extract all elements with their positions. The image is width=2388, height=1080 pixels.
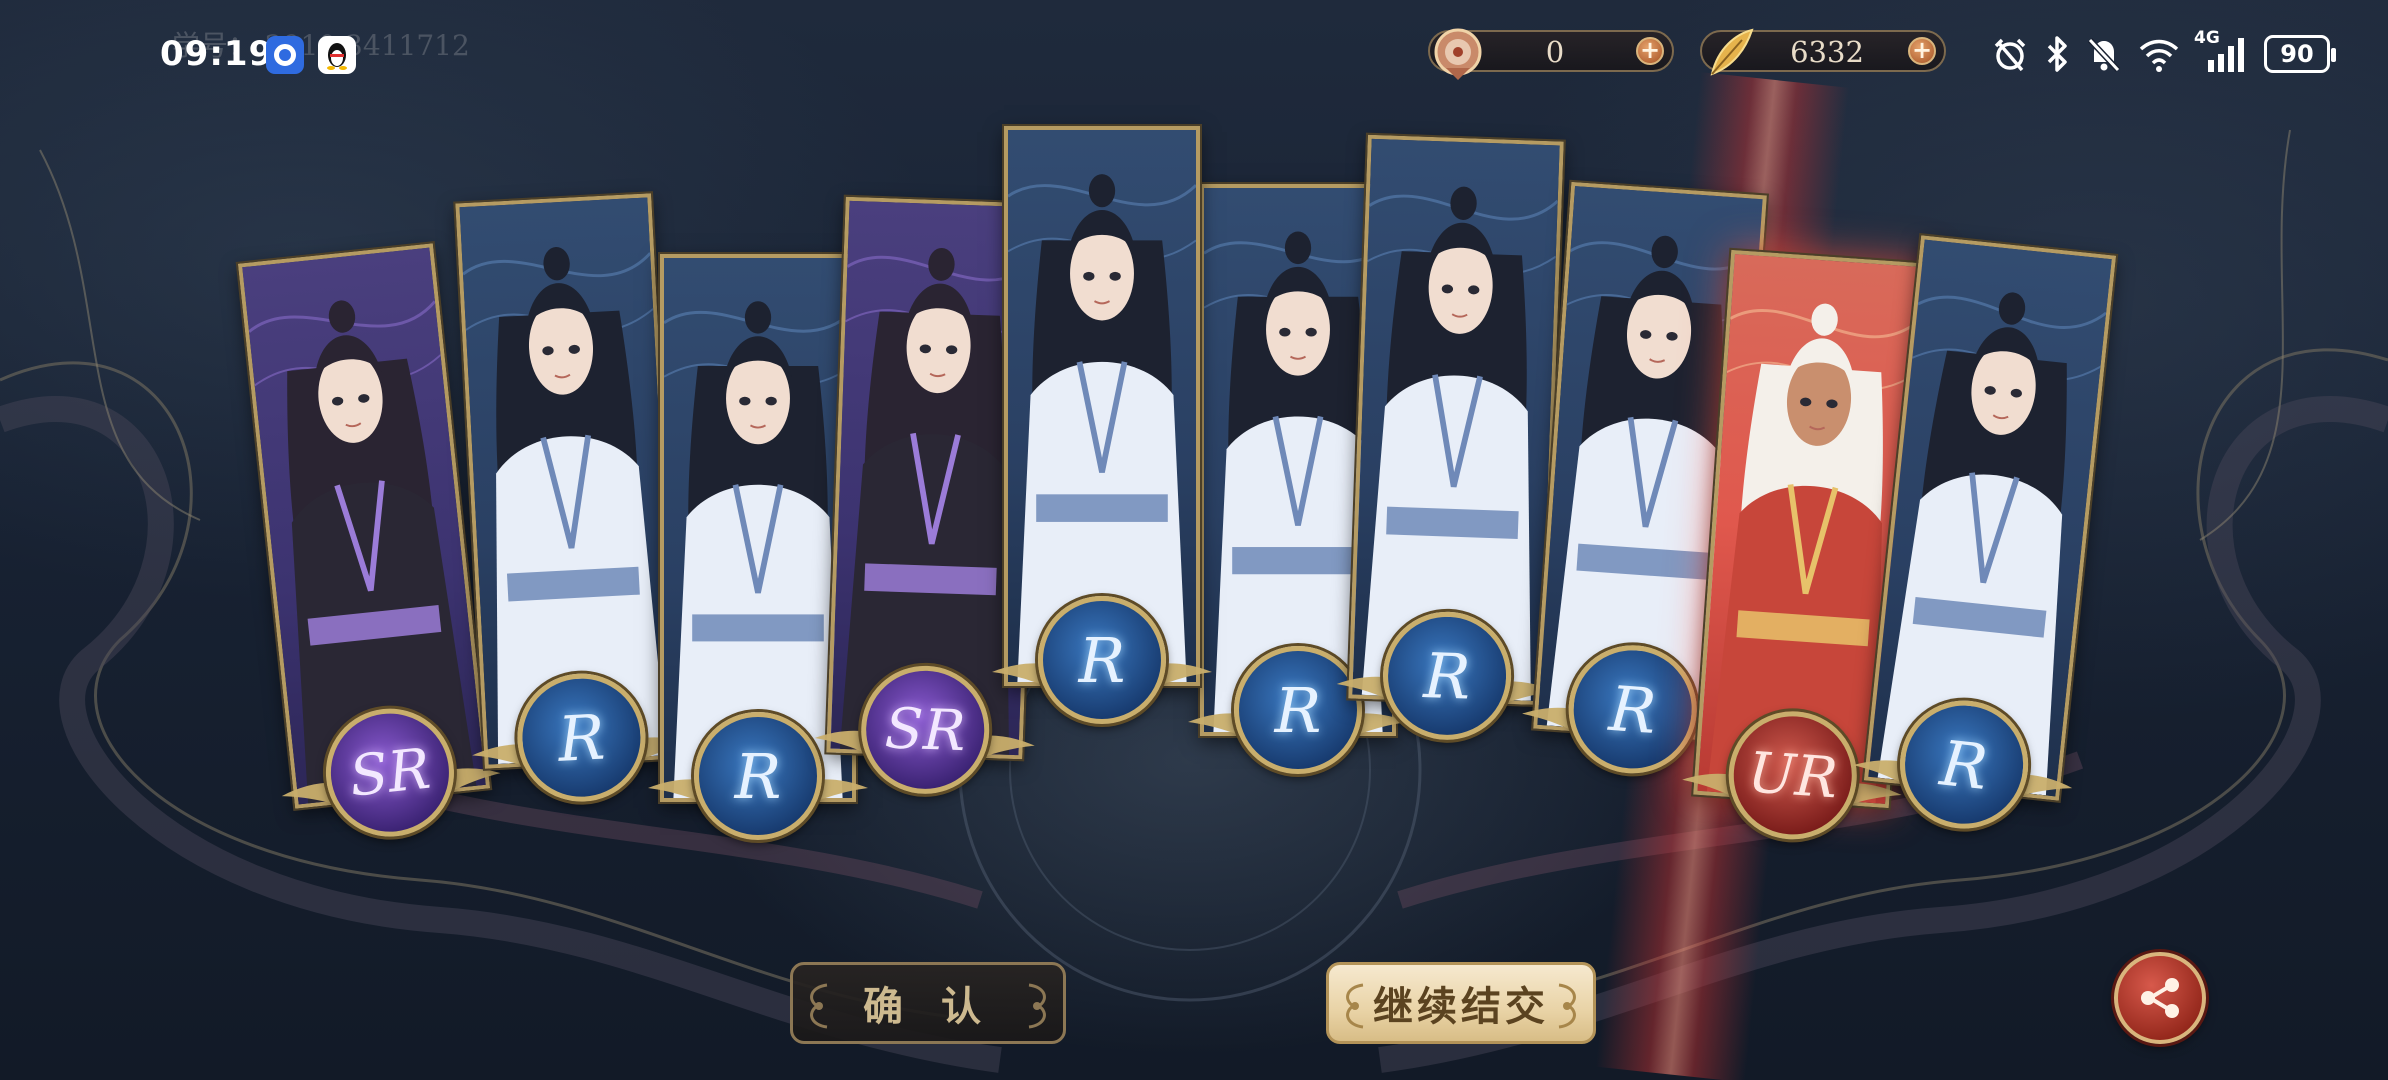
add-gem-button[interactable]: + — [1636, 37, 1664, 65]
mute-bell-icon — [2087, 37, 2121, 73]
currency-feather-bar: 6332 + — [1700, 28, 1946, 76]
system-status-icons: 4G 90 — [1990, 28, 2336, 76]
wifi-icon — [2139, 39, 2179, 72]
currency-gem-bar: 0 + — [1428, 28, 1674, 80]
continue-befriend-button[interactable]: 继续结交 — [1326, 962, 1596, 1044]
cellular-signal-icon: 4G — [2194, 28, 2250, 74]
qq-penguin-icon — [318, 36, 356, 74]
cloud-ornament-right-icon — [1028, 983, 1046, 1029]
blue-circle-app-icon — [266, 36, 304, 74]
character-card-5[interactable]: R — [992, 124, 1212, 724]
bluetooth-icon — [2047, 36, 2067, 72]
gem-count: 0 — [1545, 35, 1565, 69]
rarity-badge: R — [1038, 596, 1166, 724]
gem-ornament-icon — [1434, 28, 1482, 80]
character-card-7[interactable]: R — [1336, 132, 1566, 743]
share-icon — [2141, 978, 2179, 1018]
gacha-result-screen: 学号： 2910 3411712 09:19 0 + 6332 + — [0, 0, 2388, 1080]
add-feather-button[interactable]: + — [1908, 37, 1936, 65]
status-time: 09:19 — [160, 34, 274, 74]
gold-feather-icon — [1710, 28, 1754, 76]
share-button[interactable] — [2114, 952, 2206, 1044]
alarm-off-icon — [1994, 38, 2026, 72]
character-card-2[interactable]: R — [453, 191, 692, 805]
battery-indicator: 90 — [2264, 35, 2336, 73]
cloud-ornament-left-icon — [1346, 983, 1364, 1029]
confirm-label: 确 认 — [863, 983, 993, 1030]
character-card-1[interactable]: SR — [235, 241, 501, 843]
feather-count: 6332 — [1790, 35, 1864, 69]
cloud-ornament-right-icon — [1558, 983, 1576, 1029]
continue-label: 继续结交 — [1373, 983, 1549, 1030]
cloud-ornament-left-icon — [810, 983, 828, 1029]
confirm-button[interactable]: 确 认 — [790, 962, 1066, 1044]
